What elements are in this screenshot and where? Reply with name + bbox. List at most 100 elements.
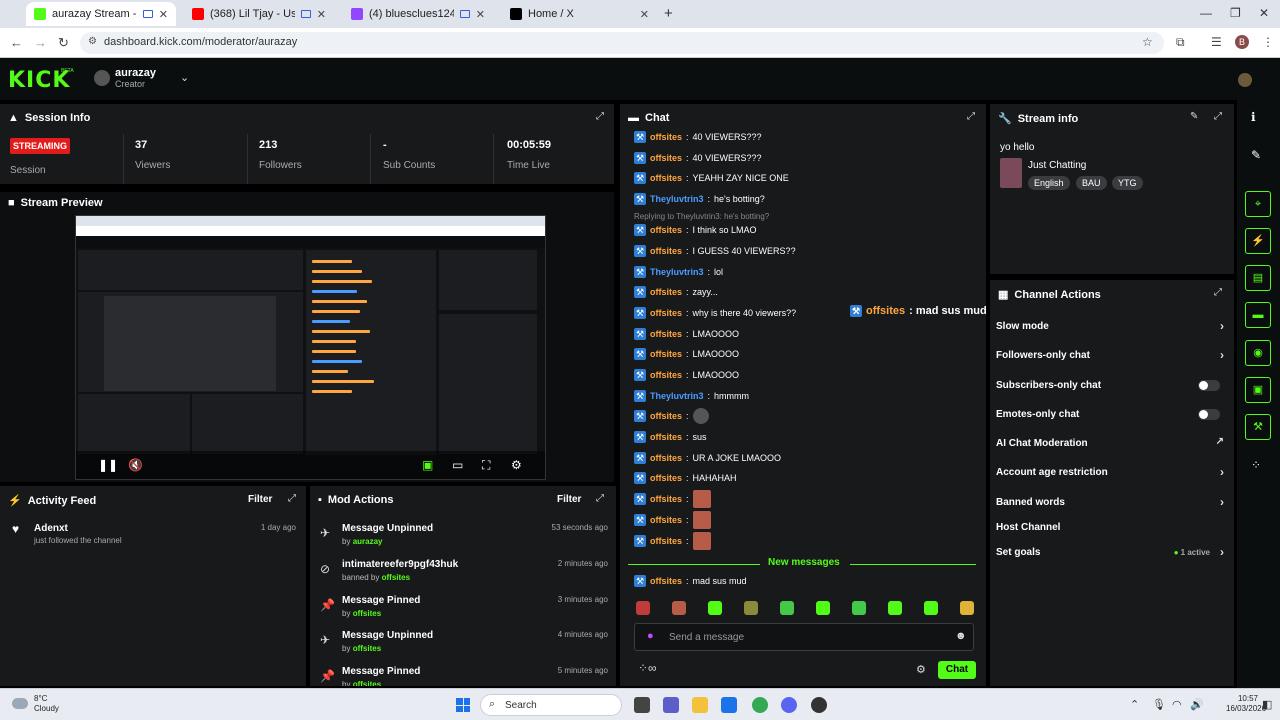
emote-icon[interactable] <box>924 601 938 615</box>
file-explorer-icon[interactable] <box>692 697 708 713</box>
chat-username[interactable]: Theyluvtrin3 <box>650 391 704 401</box>
chat-username[interactable]: offsites <box>650 515 682 525</box>
taskbar-search[interactable]: ⌕ Search <box>480 694 622 716</box>
restore-icon[interactable]: ❐ <box>1230 6 1241 20</box>
clip-icon[interactable]: ▣ <box>422 458 433 472</box>
wifi-icon[interactable]: ◠ <box>1172 698 1182 711</box>
chat-message[interactable]: ⚒ offsites: why is there 40 viewers?? <box>634 305 796 321</box>
activity-filter-button[interactable]: Filter <box>248 494 272 505</box>
emote-icon[interactable] <box>816 601 830 615</box>
bolt-icon[interactable]: ⚡ <box>1245 228 1271 254</box>
followers-only-row[interactable]: Followers-only chat › <box>996 346 1230 366</box>
stream-tag[interactable]: English <box>1028 176 1070 190</box>
document-icon[interactable]: ▤ <box>1245 265 1271 291</box>
chat-message[interactable]: ⚒ offsites: <box>634 532 711 550</box>
chrome-icon[interactable] <box>752 697 768 713</box>
back-icon[interactable]: ← <box>10 35 23 50</box>
cloud-icon[interactable] <box>12 698 28 709</box>
window-close-icon[interactable]: ✕ <box>1259 6 1269 20</box>
chat-username[interactable]: Theyluvtrin3 <box>650 267 704 277</box>
kick-coins-icon[interactable]: ⁘ <box>1251 458 1261 472</box>
account-age-row[interactable]: Account age restriction › <box>996 463 1230 483</box>
forward-icon[interactable]: → <box>34 35 47 50</box>
chat-username[interactable]: offsites <box>650 349 682 359</box>
tab-close-icon[interactable]: ✕ <box>317 8 326 21</box>
popout-icon[interactable]: ⤢ <box>967 111 975 122</box>
popout-icon[interactable]: ⤢ <box>596 493 604 504</box>
scan-icon[interactable]: ⌖ <box>1245 191 1271 217</box>
tray-chevron-icon[interactable]: ⌃ <box>1130 698 1139 711</box>
chat-username[interactable]: offsites <box>650 173 682 183</box>
emote-icon[interactable] <box>636 601 650 615</box>
subscribers-only-toggle[interactable] <box>1198 380 1220 391</box>
teams-icon[interactable] <box>663 697 679 713</box>
kick-coins-icon[interactable]: ⁘∞ <box>638 661 657 675</box>
chat-username[interactable]: offsites <box>650 246 682 256</box>
emote-icon[interactable] <box>960 601 974 615</box>
chat-message[interactable]: ⚒ offsites: LMAOOOO <box>634 346 739 362</box>
creator-avatar[interactable] <box>94 70 110 86</box>
browser-menu-icon[interactable]: ⋮ <box>1262 35 1274 49</box>
host-channel-row[interactable]: Host Channel <box>996 518 1230 538</box>
browser-tab-twitch[interactable]: (4) bluesclues124 - Twitch ✕ <box>343 2 493 26</box>
chat-input[interactable]: ● Send a message ☻ <box>634 623 974 651</box>
chat-username[interactable]: offsites <box>650 308 682 318</box>
chat-username[interactable]: offsites <box>650 287 682 297</box>
url-input[interactable]: ⚙ dashboard.kick.com/moderator/aurazay ☆ <box>80 32 1164 54</box>
chat-message[interactable]: ⚒ offsites: HAHAHAH <box>634 470 737 486</box>
broadcast-icon[interactable]: ◉ <box>1245 340 1271 366</box>
volume-icon[interactable]: 🔊 <box>1190 698 1204 711</box>
emote-icon[interactable] <box>888 601 902 615</box>
chat-message[interactable]: ⚒ offsites: I GUESS 40 VIEWERS?? <box>634 243 796 259</box>
browser-tab-youtube[interactable]: (368) Lil Tjay - Used 2 Love ✕ <box>184 2 334 26</box>
bookmark-star-icon[interactable]: ☆ <box>1142 35 1153 49</box>
chat-message[interactable]: ⚒ offsites:40 VIEWERS??? <box>634 129 762 145</box>
chat-username[interactable]: offsites <box>650 494 682 504</box>
extensions-icon[interactable]: ⧉ <box>1176 35 1185 50</box>
obs-icon[interactable] <box>811 697 827 713</box>
chat-username[interactable]: offsites <box>650 432 682 442</box>
chat-username[interactable]: offsites <box>650 153 682 163</box>
browser-profile-avatar[interactable]: B <box>1235 35 1249 49</box>
creator-username[interactable]: aurazay <box>115 67 156 79</box>
mod-filter-button[interactable]: Filter <box>557 494 581 505</box>
chat-message[interactable]: ⚒ offsites: <box>634 408 709 424</box>
media-icon[interactable]: ☰ <box>1211 35 1222 49</box>
new-messages-divider[interactable]: New messages <box>628 557 976 571</box>
chat-username[interactable]: offsites <box>650 576 682 586</box>
info-icon[interactable]: ℹ <box>1251 110 1256 124</box>
chat-message[interactable]: ⚒ offsites: UR A JOKE LMAOOO <box>634 450 781 466</box>
chevron-down-icon[interactable]: ⌄ <box>180 71 189 84</box>
popout-icon[interactable]: ⤢ <box>288 493 296 504</box>
discord-icon[interactable] <box>781 697 797 713</box>
popout-icon[interactable]: ⤢ <box>1214 287 1222 298</box>
theater-icon[interactable]: ▭ <box>452 458 463 472</box>
emote-icon[interactable] <box>672 601 686 615</box>
browser-tab-x[interactable]: Home / X ✕ <box>502 2 657 26</box>
stream-category[interactable]: Just Chatting <box>1028 160 1086 171</box>
chat-message[interactable]: ⚒ Theyluvtrin3: he's botting? <box>634 191 765 207</box>
ai-moderation-row[interactable]: AI Chat Moderation ↗ <box>996 434 1230 454</box>
chat-message[interactable]: ⚒ offsites: <box>634 511 711 529</box>
site-info-icon[interactable]: ⚙ <box>88 36 97 47</box>
notification-icon[interactable]: ◧ <box>1262 698 1272 711</box>
reload-icon[interactable]: ↻ <box>58 35 69 51</box>
edit-pencil-icon[interactable]: ✎ <box>1190 111 1198 122</box>
tab-close-icon[interactable]: ✕ <box>640 8 649 21</box>
chat-username[interactable]: offsites <box>650 453 682 463</box>
weather-widget[interactable]: 8°C Cloudy <box>34 694 59 714</box>
pause-icon[interactable]: ❚❚ <box>98 458 118 472</box>
chat-message[interactable]: ⚒ Theyluvtrin3: hmmmm <box>634 388 749 404</box>
set-goals-row[interactable]: Set goals 1 active › <box>996 543 1230 563</box>
popout-icon[interactable]: ⤢ <box>1214 111 1222 122</box>
edit-pencil-icon[interactable]: ✎ <box>1251 148 1261 162</box>
settings-gear-icon[interactable]: ⚙ <box>511 458 522 472</box>
chat-username[interactable]: offsites <box>650 225 682 235</box>
chat-username[interactable]: offsites <box>650 329 682 339</box>
chat-username[interactable]: Theyluvtrin3 <box>650 194 704 204</box>
fullscreen-icon[interactable]: ⛶ <box>482 458 490 473</box>
tab-close-icon[interactable]: ✕ <box>476 8 485 21</box>
chat-message[interactable]: ⚒ offsites : mad sus mud <box>634 573 747 589</box>
chat-message[interactable]: ⚒ offsites: <box>634 490 711 508</box>
emote-icon[interactable] <box>708 601 722 615</box>
